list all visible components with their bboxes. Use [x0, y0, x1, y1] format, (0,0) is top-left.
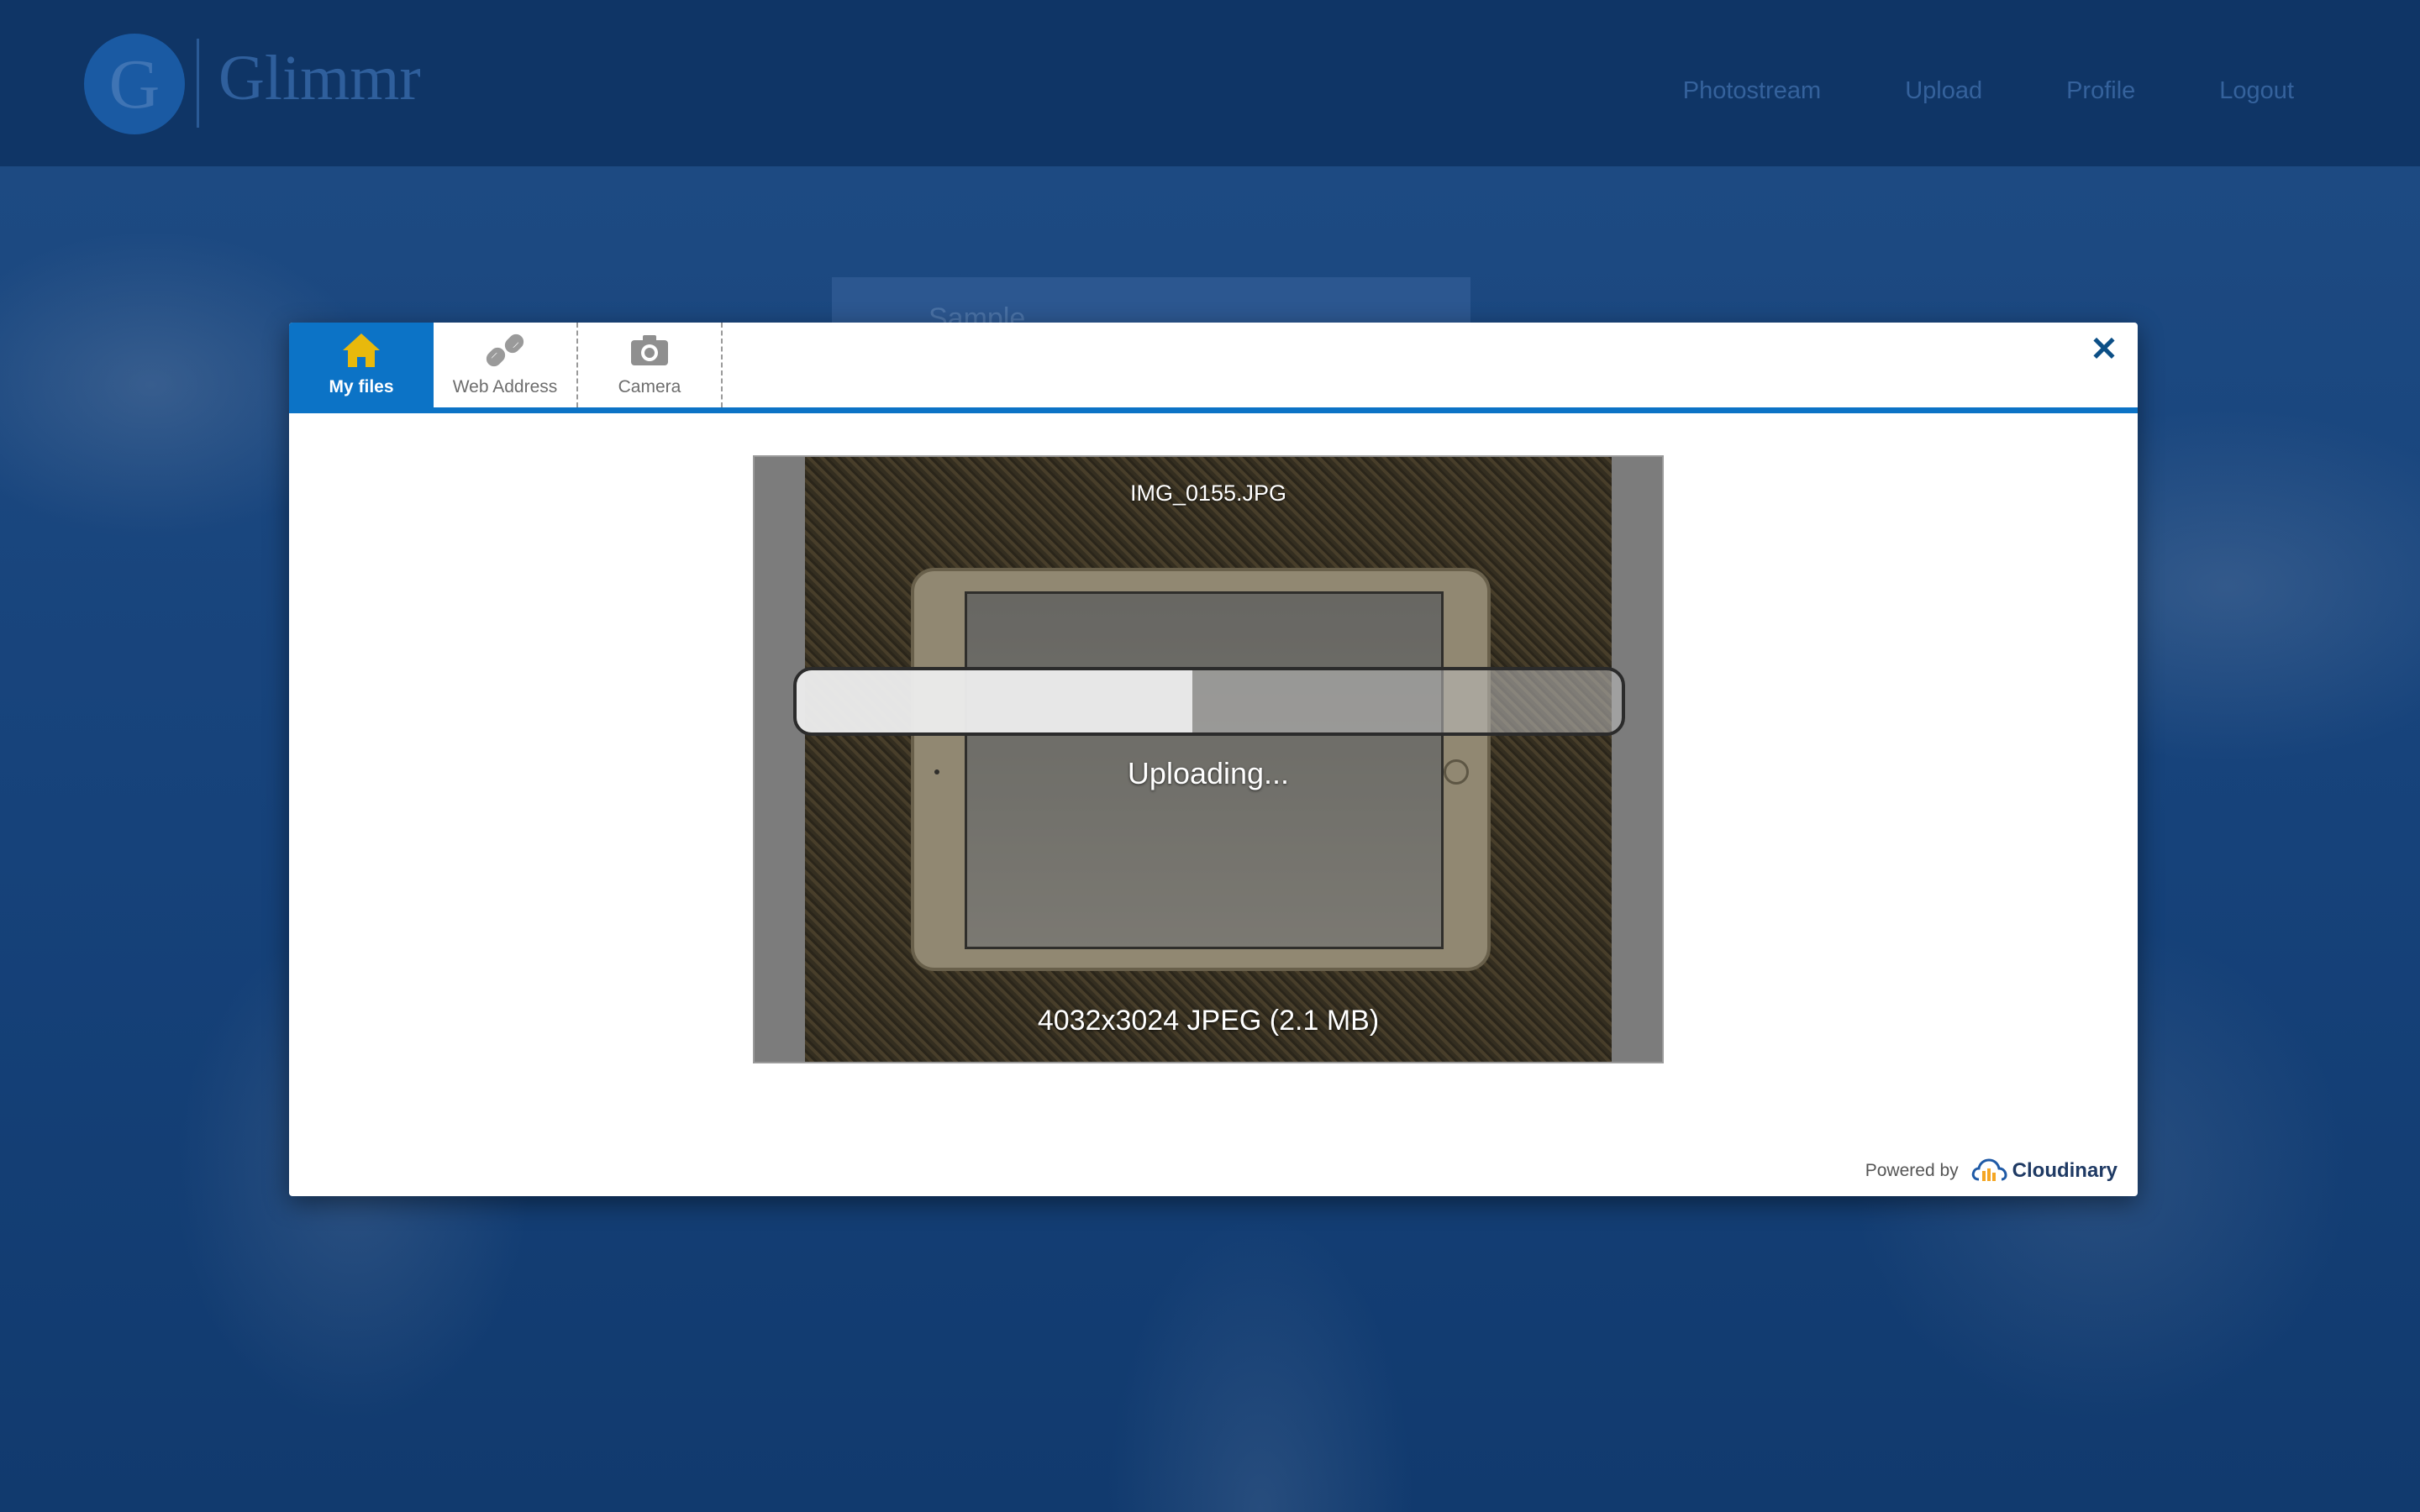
tab-camera[interactable]: Camera [578, 323, 723, 407]
cloudinary-brand[interactable]: Cloudinary [1970, 1158, 2118, 1184]
upload-progress-fill [797, 670, 1193, 732]
tab-my-files[interactable]: My files [289, 323, 434, 407]
tab-my-files-label: My files [329, 377, 394, 396]
powered-by: Powered by Cloudinary [1865, 1158, 2118, 1184]
main-nav: Photostream Upload Profile Logout [1599, 77, 2294, 105]
cloudinary-logo-icon [1971, 1158, 2007, 1181]
nav-photostream[interactable]: Photostream [1683, 77, 1821, 105]
tab-camera-label: Camera [618, 377, 681, 396]
file-info: 4032x3024 JPEG (2.1 MB) [1037, 1005, 1380, 1037]
file-name: IMG_0155.JPG [1129, 480, 1287, 506]
camera-icon [631, 335, 668, 365]
cloudinary-brand-name: Cloudinary [2012, 1159, 2118, 1182]
source-tabs: My files Web Address Camera ✕ [289, 323, 2138, 413]
tab-web-address-label: Web Address [452, 377, 558, 396]
close-button[interactable]: ✕ [2086, 331, 2123, 368]
logo-mark[interactable]: G [84, 34, 185, 134]
powered-by-label: Powered by [1865, 1161, 1959, 1180]
nav-upload[interactable]: Upload [1905, 77, 1982, 105]
close-icon: ✕ [2090, 331, 2118, 368]
upload-widget-modal: My files Web Address Camera ✕ IMG_0155.J… [289, 323, 2138, 1196]
upload-progress-bar [793, 667, 1625, 736]
nav-logout[interactable]: Logout [2219, 77, 2294, 105]
tab-web-address[interactable]: Web Address [434, 323, 578, 407]
link-icon [486, 333, 524, 367]
home-icon [343, 333, 380, 367]
logo-name[interactable]: Glimmr [218, 42, 421, 115]
logo-letter: G [108, 45, 160, 123]
file-preview: IMG_0155.JPG Uploading... 4032x3024 JPEG… [753, 455, 1664, 1063]
upload-status: Uploading... [1127, 756, 1290, 790]
logo-divider [197, 39, 199, 128]
site-header: G Glimmr Photostream Upload Profile Logo… [0, 0, 2420, 166]
nav-profile[interactable]: Profile [2066, 77, 2135, 105]
